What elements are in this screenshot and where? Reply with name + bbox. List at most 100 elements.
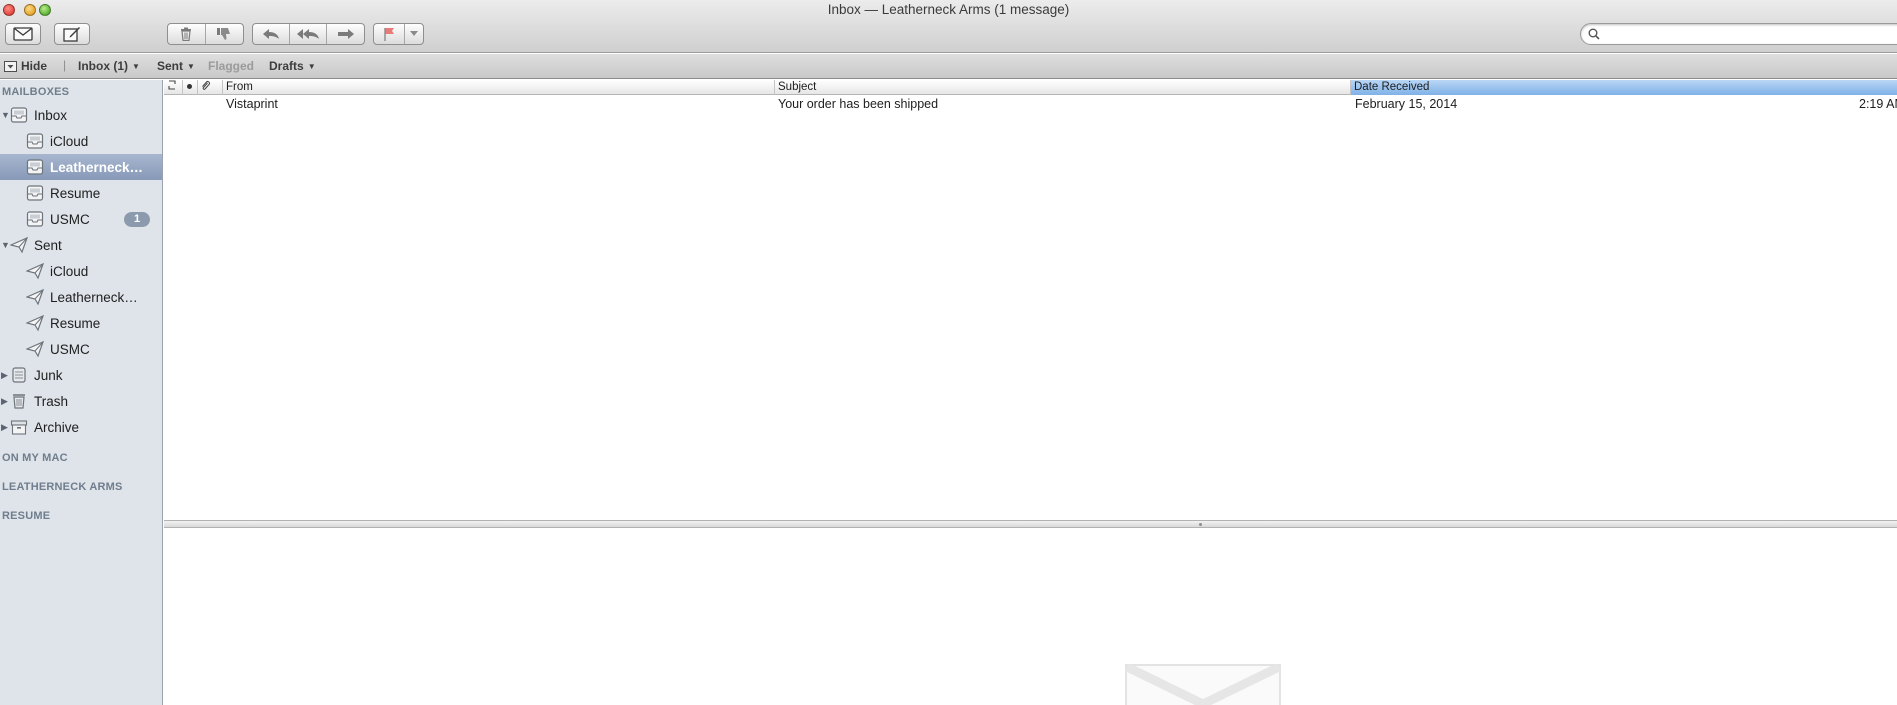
sidebar-item[interactable]: Leatherneck… [0, 154, 162, 180]
inbox-tray-icon [26, 185, 44, 201]
flag-menu-button[interactable] [405, 24, 423, 44]
on-my-mac-section-header[interactable]: ON MY MAC [2, 452, 68, 464]
disclosure-closed-icon[interactable]: ▶ [1, 422, 8, 433]
message-preview-pane [164, 529, 1897, 705]
message-time: 2:19 AM [1859, 97, 1897, 111]
thread-column-header[interactable] [164, 80, 182, 95]
chevron-down-icon: ▼ [307, 61, 316, 71]
sidebar-item[interactable]: ▼ Inbox [0, 102, 162, 128]
reply-group [252, 23, 365, 45]
sidebar-item-label: Leatherneck… [50, 289, 138, 305]
sidebar-item[interactable]: USMC 1 [0, 206, 162, 232]
trash-icon [181, 27, 192, 41]
forward-arrow-icon [337, 29, 354, 39]
flag-group [373, 23, 424, 45]
forward-button[interactable] [327, 24, 364, 44]
sidebar-item[interactable]: USMC [0, 336, 162, 362]
sidebar-item-label: Inbox [34, 107, 68, 123]
message-date: February 15, 2014 [1355, 97, 1458, 111]
delete-junk-group [167, 23, 244, 45]
read-status-column-header[interactable] [182, 80, 197, 95]
no-message-envelope-icon [1125, 664, 1281, 705]
message-from: Vistaprint [226, 97, 278, 111]
inbox-tray-icon [26, 133, 44, 149]
sidebar-item-label: iCloud [50, 133, 89, 149]
sidebar-item[interactable]: ▶ Junk [0, 362, 162, 388]
subject-column-header[interactable]: Subject [774, 80, 1350, 95]
sidebar-item[interactable]: iCloud [0, 258, 162, 284]
flag-button[interactable] [374, 24, 405, 44]
sidebar-item-label: Resume [50, 315, 101, 331]
delete-button[interactable] [168, 24, 206, 44]
disclosure-closed-icon[interactable]: ▶ [1, 370, 8, 381]
compose-button[interactable] [54, 23, 90, 45]
message-list-header: From Subject Date Received [164, 80, 1897, 95]
message-row[interactable]: Vistaprint Your order has been shipped F… [164, 96, 1897, 113]
sidebar-item[interactable]: ▶ Archive [0, 414, 162, 440]
inbox-tray-icon [26, 211, 44, 227]
sidebar-item[interactable]: Leatherneck… [0, 284, 162, 310]
mailboxes-section-header[interactable]: MAILBOXES [2, 86, 69, 98]
junk-can-icon [12, 367, 26, 383]
thumbs-down-icon [217, 28, 231, 40]
sidebar-item-label: Sent [34, 237, 62, 253]
sidebar-item[interactable]: Resume [0, 310, 162, 336]
inbox-tray-icon [26, 159, 44, 175]
leatherneck-arms-section-header[interactable]: LEATHERNECK ARMS [2, 481, 123, 493]
sidebar-item-label: USMC [50, 341, 90, 357]
junk-button[interactable] [206, 24, 244, 44]
paper-plane-icon [26, 314, 44, 332]
splitter-grip-icon [1199, 523, 1202, 526]
search-icon [1588, 28, 1600, 40]
paper-plane-icon [26, 288, 44, 306]
hide-label: Hide [21, 59, 48, 73]
sidebar-item[interactable]: iCloud [0, 128, 162, 154]
sidebar-item[interactable]: ▼ Sent [0, 232, 162, 258]
paper-plane-icon [10, 236, 28, 254]
resume-section-header[interactable]: RESUME [2, 510, 50, 522]
unread-count-badge: 1 [124, 212, 150, 227]
chevron-down-icon [410, 31, 418, 36]
sidebar-toggle-icon [4, 60, 17, 72]
sidebar-item[interactable]: ▶ Trash [0, 388, 162, 414]
message-subject: Your order has been shipped [778, 97, 939, 111]
favorite-flagged[interactable]: Flagged [208, 59, 254, 73]
reply-button[interactable] [253, 24, 290, 44]
favorites-separator: | [63, 58, 67, 72]
search-field[interactable] [1580, 23, 1897, 45]
sidebar-item-label: iCloud [50, 263, 89, 279]
disclosure-closed-icon[interactable]: ▶ [1, 396, 8, 407]
favorite-drafts[interactable]: Drafts ▼ [269, 59, 316, 73]
from-column-header[interactable]: From [222, 80, 774, 95]
favorites-bar: Hide | Inbox (1) ▼ Sent ▼ Flagged Drafts… [0, 54, 1897, 79]
envelope-icon [13, 27, 33, 41]
attachment-column-header[interactable] [197, 80, 213, 95]
disclosure-open-icon[interactable]: ▼ [1, 110, 10, 120]
get-mail-button[interactable] [5, 23, 41, 45]
paper-plane-icon [26, 262, 44, 280]
sidebar-item-label: USMC [50, 211, 90, 227]
pane-splitter[interactable] [164, 520, 1897, 528]
sidebar-item-label: Resume [50, 185, 101, 201]
window-title: Inbox — Leatherneck Arms (1 message) [827, 2, 1070, 17]
toolbar: Inbox — Leatherneck Arms (1 message) [0, 0, 1897, 53]
chevron-down-icon: ▼ [132, 61, 140, 71]
trash-can-icon [13, 394, 25, 409]
favorite-sent[interactable]: Sent ▼ [157, 59, 195, 73]
reply-all-button[interactable] [290, 24, 328, 44]
mailbox-sidebar: MAILBOXES ▼ Inbox iCloud Leatherneck… Resume… [0, 80, 163, 705]
paper-plane-icon [26, 340, 44, 358]
favorite-inbox[interactable]: Inbox (1) ▼ [78, 59, 140, 73]
paperclip-icon [202, 81, 210, 90]
favorite-inbox-label: Inbox (1) [78, 59, 128, 73]
favorite-drafts-label: Drafts [269, 59, 304, 73]
hide-sidebar-button[interactable]: Hide [4, 59, 47, 73]
flag-icon [384, 28, 394, 41]
sidebar-item-label: Archive [34, 419, 80, 435]
date-received-column-header[interactable]: Date Received [1350, 80, 1897, 95]
disclosure-open-icon[interactable]: ▼ [1, 240, 10, 250]
favorite-sent-label: Sent [157, 59, 184, 73]
sidebar-item[interactable]: Resume [0, 180, 162, 206]
reply-all-arrow-icon [297, 29, 319, 39]
search-input[interactable] [1607, 27, 1887, 42]
